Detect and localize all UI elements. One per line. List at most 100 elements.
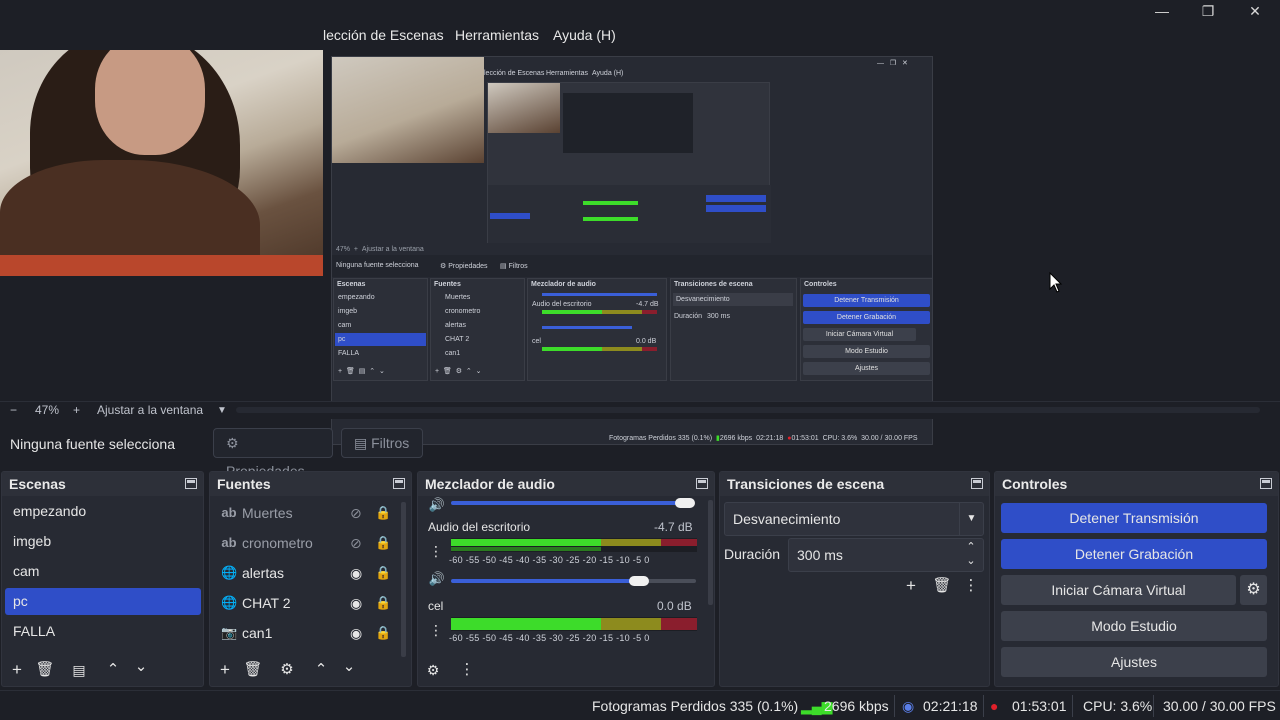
stream-time: 02:21:18 [923,698,978,714]
move-up-icon[interactable]: ⌃ [103,660,123,680]
undock-icon[interactable] [393,477,405,489]
properties-button[interactable]: ⚙ Propiedades [213,428,333,479]
scene-item-cam[interactable]: cam [5,558,201,585]
lock-icon[interactable]: 🔒 [375,499,391,527]
lock-icon[interactable]: 🔒 [375,619,391,647]
lock-icon[interactable]: 🔒 [375,589,391,617]
mixer-settings-icon[interactable]: ⚙ [423,660,443,680]
sources-dock: Fuentes ab Muertes ⊘ 🔒 ab cronometro ⊘ 🔒… [209,471,412,687]
minimize-button[interactable]: — [1139,0,1185,22]
transition-select[interactable]: Desvanecimiento ▼ [724,502,984,536]
status-separator [894,695,895,717]
dropped-frames: Fotogramas Perdidos 335 (0.1%) [592,698,799,714]
volume-knob[interactable] [629,576,649,586]
eye-icon[interactable]: ◉ [350,589,362,617]
speaker-icon[interactable]: 🔊 [427,495,447,515]
gear-icon[interactable]: ⚙ [1240,575,1267,605]
nested-mixer-dock: Mezclador de audio Audio del escritorio … [527,278,667,381]
meter-ticks: -60 -55 -50 -45 -40 -35 -30 -25 -20 -15 … [449,555,650,565]
source-item-chat-2[interactable]: 🌐 CHAT 2 ◉ 🔒 [213,589,401,617]
source-item-alertas[interactable]: 🌐 alertas ◉ 🔒 [213,559,401,587]
more-options-icon[interactable]: ⋮ [426,541,446,561]
move-down-icon[interactable]: ⌄ [131,657,151,677]
chevron-up-icon[interactable]: ⌃ [959,539,983,555]
filters-button[interactable]: ▤ Filtros [341,428,423,458]
trash-icon[interactable]: 🗑 [35,660,55,680]
status-bar: Fotogramas Perdidos 335 (0.1%) ▂▄▆ 2696 … [0,690,1280,720]
undock-icon[interactable] [185,477,197,489]
more-options-icon[interactable]: ⋮ [961,576,981,596]
menu-tools[interactable]: Herramientas [455,27,539,43]
source-item-cronometro[interactable]: ab cronometro ⊘ 🔒 [213,529,401,557]
chevron-down-icon[interactable]: ⌄ [959,555,983,571]
menu-help[interactable]: Ayuda (H) [553,27,616,43]
zoom-fit-select[interactable]: Ajustar a la ventana [97,403,203,417]
record-icon: ● [990,698,999,714]
trash-icon[interactable]: 🗑 [932,576,952,596]
mixer-scrollbar[interactable] [708,500,713,605]
eye-icon[interactable]: ◉ [350,559,362,587]
volume-slider-top[interactable] [451,501,686,505]
eye-hidden-icon[interactable]: ⊘ [350,499,362,527]
volume-slider[interactable] [451,579,636,583]
fps: 30.00 / 30.00 FPS [1163,698,1276,714]
preview-canvas[interactable]: lección de Escenas Herramientas Ayuda (H… [0,50,1280,445]
eye-hidden-icon[interactable]: ⊘ [350,529,362,557]
zoom-in-button[interactable]: + [73,403,80,417]
more-options-icon[interactable]: ⋮ [426,620,446,640]
scene-item-empezando[interactable]: empezando [5,498,201,525]
maximize-button[interactable]: ❐ [1185,0,1231,22]
camera-icon: 📷 [221,625,238,640]
lock-icon[interactable]: 🔒 [375,559,391,587]
duration-label: Duración [724,546,781,562]
move-up-icon[interactable]: ⌃ [311,660,331,680]
eye-icon[interactable]: ◉ [350,619,362,647]
nested-no-source: Ninguna fuente selecciona [336,262,419,269]
scene-item-imgeb[interactable]: imgeb [5,528,201,555]
stop-streaming-button[interactable]: Detener Transmisión [1001,503,1267,533]
audio-mixer-dock: Mezclador de audio 🔊 Audio del escritori… [417,471,715,687]
menu-scene-collection[interactable]: lección de Escenas [323,27,444,43]
start-virtual-camera-button[interactable]: Iniciar Cámara Virtual [1001,575,1236,605]
nested-transitions-dock: Transiciones de escena Desvanecimiento D… [670,278,797,381]
status-separator [1072,695,1073,717]
speaker-icon[interactable]: 🔊 [427,569,447,589]
source-item-muertes[interactable]: ab Muertes ⊘ 🔒 [213,499,401,527]
source-item-can1[interactable]: 📷 can1 ◉ 🔒 [213,619,401,647]
chevron-down-icon[interactable]: ▼ [217,405,227,416]
meter-ticks: -60 -55 -50 -45 -40 -35 -30 -25 -20 -15 … [449,633,650,643]
scene-filters-icon[interactable]: ▤ [69,660,89,680]
undock-icon[interactable] [696,477,708,489]
duration-spinbox[interactable]: 300 ms ⌃ ⌄ [788,538,984,572]
nested-scenes-dock: Escenas empezando imgeb cam pc FALLA + 🗑… [333,278,428,381]
status-separator [1153,695,1154,717]
undock-icon[interactable] [1260,477,1272,489]
lock-icon[interactable]: 🔒 [375,529,391,557]
horizontal-scrollbar[interactable] [236,407,1260,413]
scene-item-falla[interactable]: FALLA [5,618,201,645]
zoom-out-button[interactable]: − [10,403,17,417]
studio-mode-button[interactable]: Modo Estudio [1001,611,1267,641]
undock-icon[interactable] [971,477,983,489]
close-button[interactable]: ✕ [1232,0,1278,22]
add-scene-icon[interactable]: + [7,660,27,680]
browser-icon: 🌐 [221,565,238,580]
cpu-usage: CPU: 3.6% [1083,698,1153,714]
add-transition-icon[interactable]: + [901,576,921,596]
transition-value: Desvanecimiento [733,511,841,527]
nested-zoom-bar: 47% + Ajustar a la ventana [336,246,424,253]
menu-bar: lección de Escenas Herramientas Ayuda (H… [0,22,1280,50]
obs-window: — ❐ ✕ lección de Escenas Herramientas Ay… [0,0,1280,720]
stop-recording-button[interactable]: Detener Grabación [1001,539,1267,569]
gear-icon[interactable]: ⚙ [277,660,297,680]
move-down-icon[interactable]: ⌄ [339,657,359,677]
controls-title: Controles [995,472,1278,496]
add-source-icon[interactable]: + [215,660,235,680]
volume-knob[interactable] [675,498,695,508]
settings-button[interactable]: Ajustes [1001,647,1267,677]
scene-item-pc[interactable]: pc [5,588,201,615]
more-options-icon[interactable]: ⋮ [457,660,477,680]
trash-icon[interactable]: 🗑 [243,660,263,680]
sources-scrollbar[interactable] [401,502,406,657]
nested-menu-help: Ayuda (H) [592,70,624,77]
